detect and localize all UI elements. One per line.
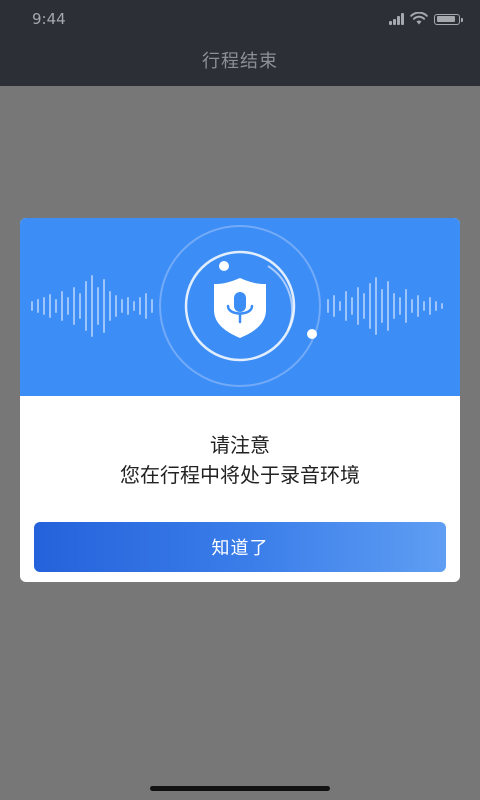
dialog-message: 请注意 您在行程中将处于录音环境 <box>20 430 460 490</box>
sound-wave-left <box>31 275 153 337</box>
shield-microphone-icon <box>214 278 266 338</box>
page-title: 行程结束 <box>202 51 278 72</box>
message-title: 请注意 <box>210 433 270 457</box>
acknowledge-button[interactable]: 知道了 <box>34 522 446 572</box>
message-body: 您在行程中将处于录音环境 <box>120 463 360 487</box>
status-time: 9:44 <box>32 10 66 28</box>
battery-icon <box>434 13 463 25</box>
signal-icon <box>388 13 404 25</box>
status-bar: 9:44 <box>0 0 480 38</box>
orbit-dot-top <box>219 261 229 271</box>
orbit-dot-right <box>307 329 317 339</box>
orbit-arc <box>267 265 294 331</box>
sound-wave-right <box>327 277 443 335</box>
status-icons <box>388 10 463 29</box>
sound-wave-illustration <box>31 225 443 387</box>
dialog-header <box>20 218 460 396</box>
nav-bar: 行程结束 <box>0 38 480 86</box>
home-indicator[interactable] <box>150 786 330 791</box>
wifi-icon <box>410 10 428 29</box>
recording-notice-dialog: 请注意 您在行程中将处于录音环境 知道了 <box>20 218 460 582</box>
